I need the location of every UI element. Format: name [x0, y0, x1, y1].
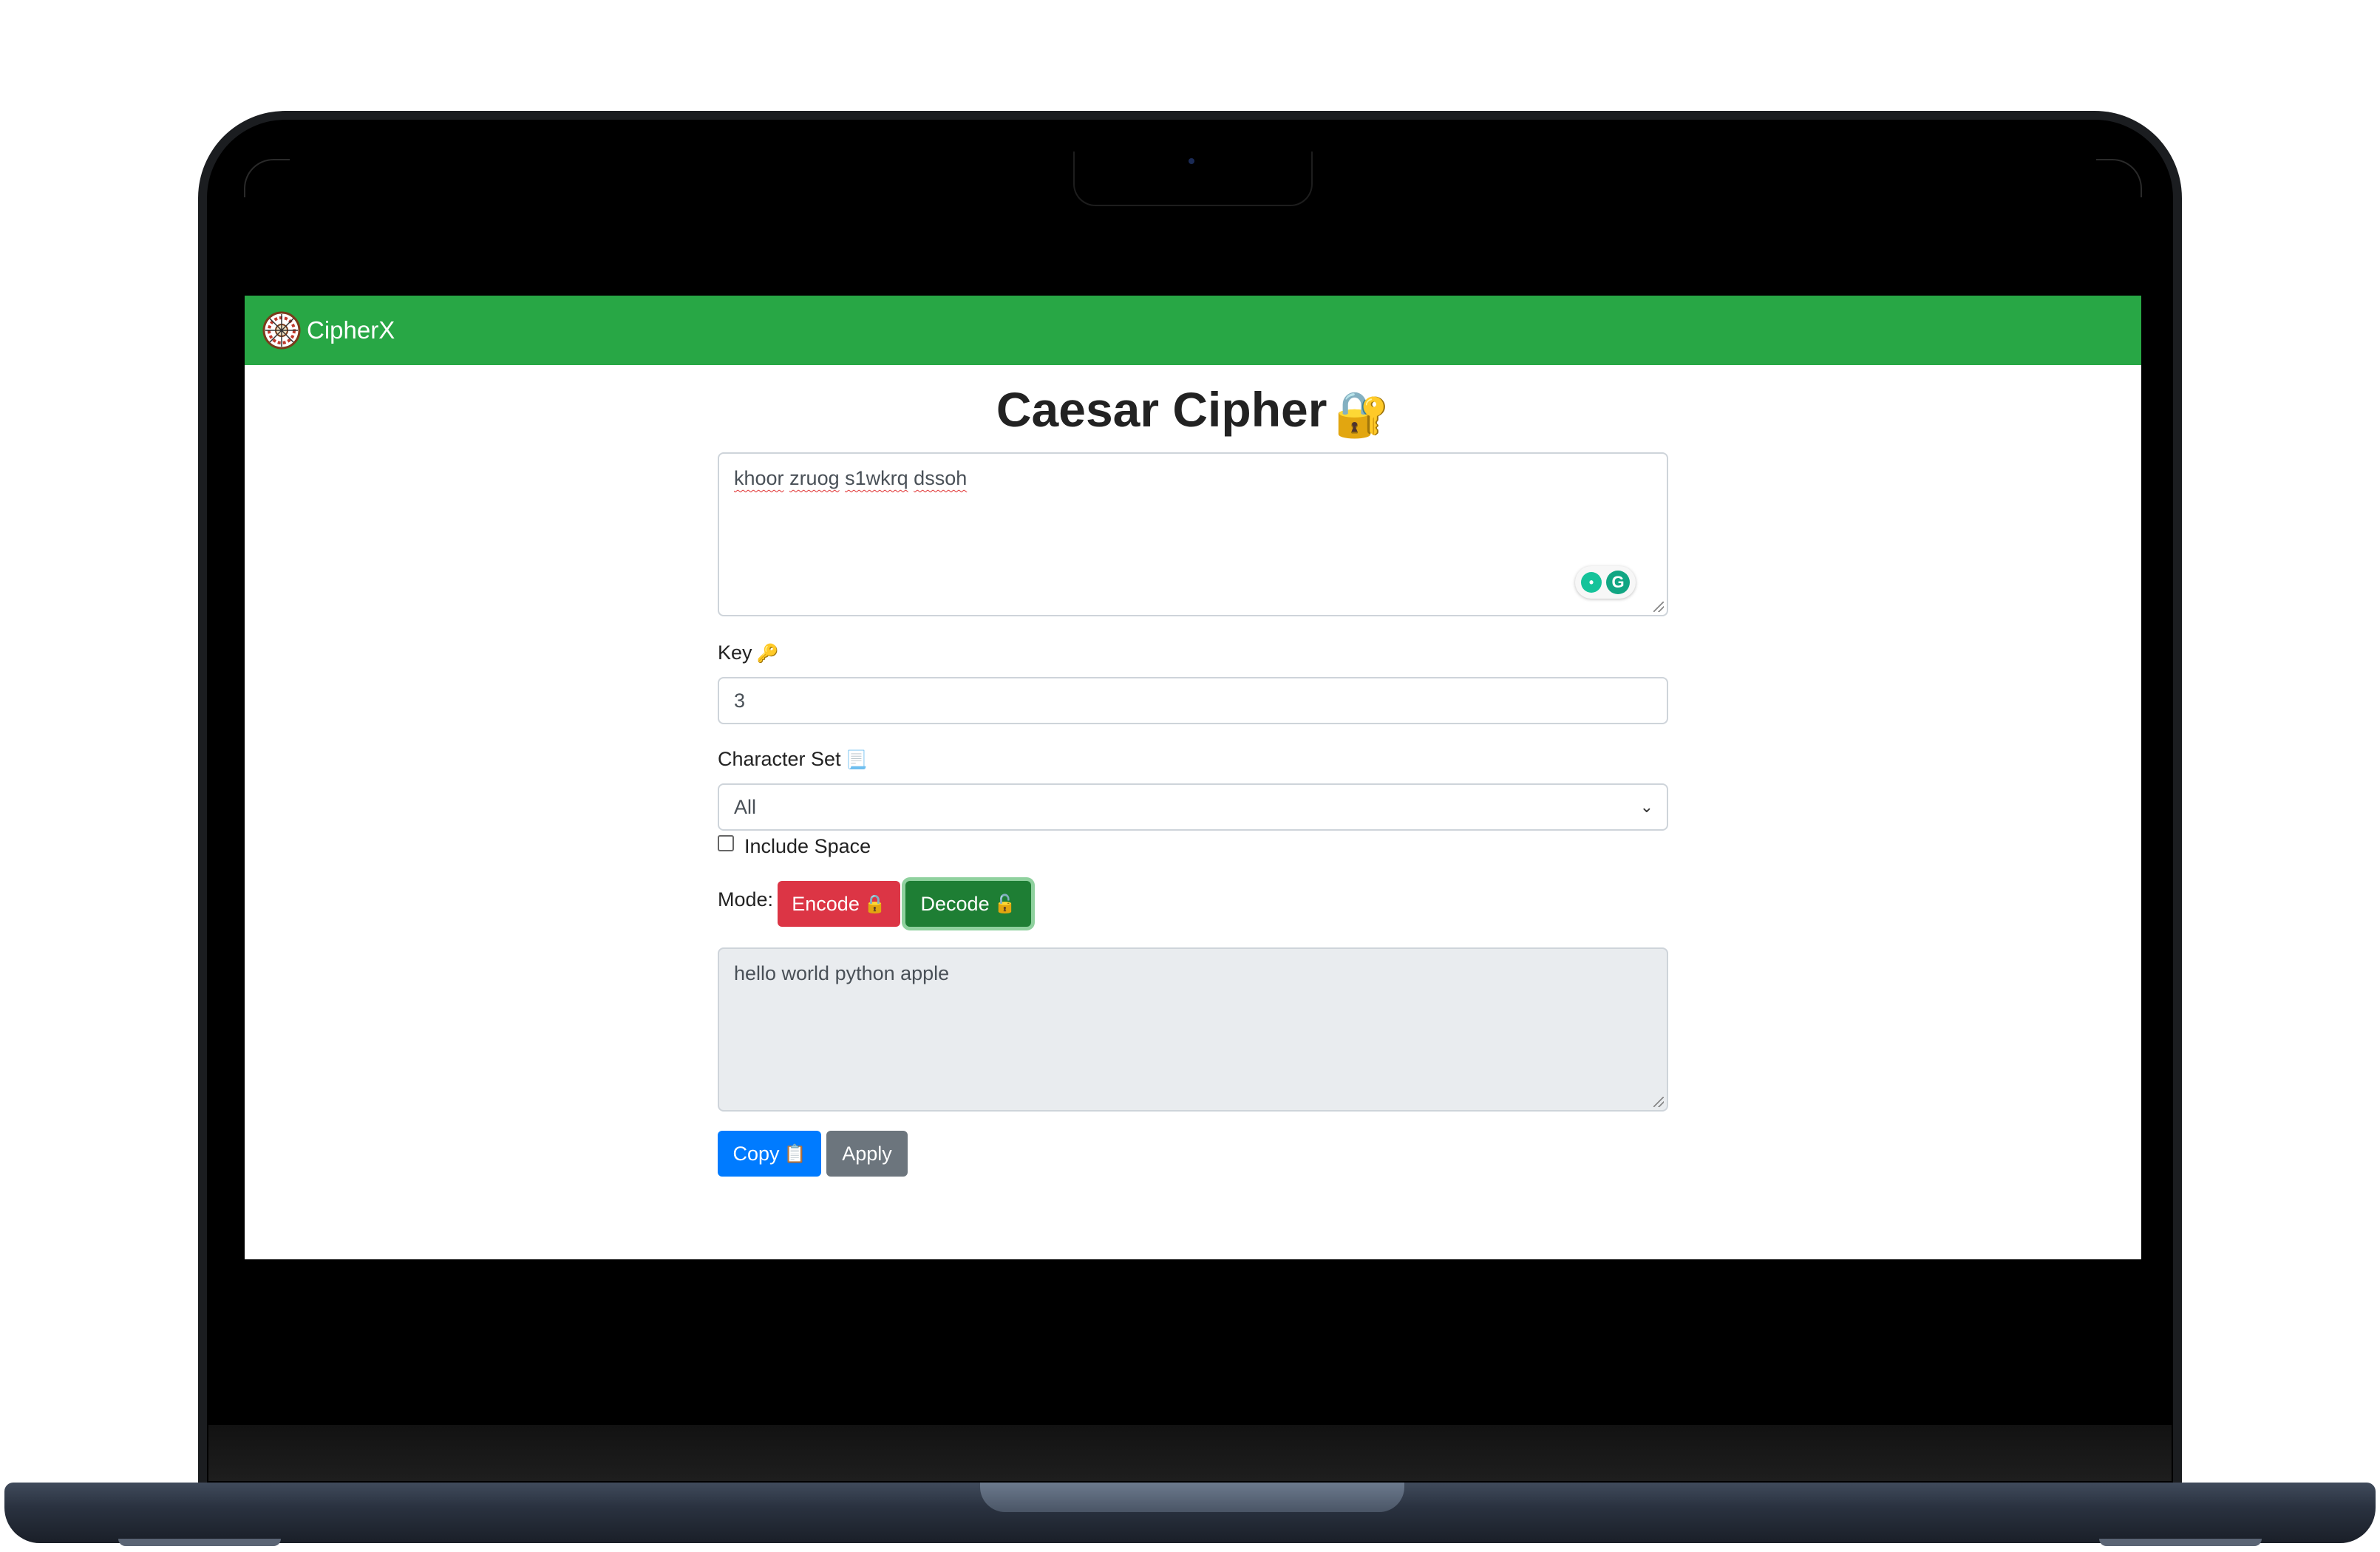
- input-textarea[interactable]: khoor zruog s1wkrq dssoh • G: [718, 452, 1668, 616]
- encode-button[interactable]: Encode 🔒: [778, 881, 900, 927]
- page-title: Caesar Cipher 🔐: [245, 380, 2141, 444]
- camera-icon: [1189, 158, 1194, 164]
- apply-button-label: Apply: [842, 1142, 892, 1165]
- clipboard-icon: 📋: [783, 1143, 806, 1164]
- charset-label-text: Character Set: [718, 748, 841, 770]
- key-icon: 🔑: [756, 644, 779, 664]
- encode-button-label: Encode: [792, 892, 860, 915]
- unlock-icon: 🔓: [993, 894, 1016, 914]
- grammarly-bulb-icon[interactable]: •: [1581, 572, 1602, 593]
- copy-button-label: Copy: [732, 1142, 780, 1165]
- input-word: zruog: [789, 467, 840, 489]
- page-title-text: Caesar Cipher: [996, 382, 1327, 437]
- key-label-text: Key: [718, 641, 752, 664]
- charset-select[interactable]: All ⌄: [718, 783, 1668, 831]
- laptop-foot: [2099, 1539, 2262, 1546]
- include-space-label: Include Space: [744, 835, 871, 857]
- mode-label: Mode:: [718, 888, 774, 911]
- input-word: s1wkrq: [845, 467, 908, 489]
- resize-handle-icon[interactable]: [1653, 1097, 1664, 1107]
- apply-button[interactable]: Apply: [826, 1131, 908, 1177]
- lid-opening-notch: [980, 1483, 1404, 1512]
- include-space-checkbox[interactable]: [718, 834, 734, 851]
- resize-handle-icon[interactable]: [1653, 602, 1664, 612]
- copy-button[interactable]: Copy 📋: [718, 1131, 821, 1177]
- lock-key-icon: 🔐: [1334, 389, 1390, 439]
- key-label: Key 🔑: [718, 641, 778, 664]
- decode-button-label: Decode: [920, 892, 990, 915]
- charset-selected-value: All: [734, 796, 757, 818]
- grammarly-widget[interactable]: • G: [1575, 566, 1636, 599]
- input-word: dssoh: [914, 467, 968, 489]
- output-text: hello world python apple: [734, 962, 950, 984]
- input-word: khoor: [734, 467, 784, 489]
- document-icon: 📃: [845, 750, 868, 770]
- decode-button[interactable]: Decode 🔓: [905, 881, 1031, 927]
- browser-viewport: CipherX Caesar Cipher 🔐 khoor zruog s1wkr…: [245, 296, 2141, 1259]
- include-space-option[interactable]: Include Space: [718, 834, 871, 858]
- bezel-bottom: [208, 1425, 2172, 1481]
- lock-icon: 🔒: [863, 894, 886, 914]
- output-textarea[interactable]: hello world python apple: [718, 947, 1668, 1112]
- chevron-down-icon: ⌄: [1639, 797, 1653, 816]
- key-input[interactable]: 3: [718, 677, 1668, 724]
- charset-label: Character Set 📃: [718, 748, 867, 771]
- grammarly-logo-icon[interactable]: G: [1606, 571, 1630, 594]
- content-layer: Caesar Cipher 🔐: [245, 296, 2141, 1259]
- laptop-foot: [118, 1539, 281, 1546]
